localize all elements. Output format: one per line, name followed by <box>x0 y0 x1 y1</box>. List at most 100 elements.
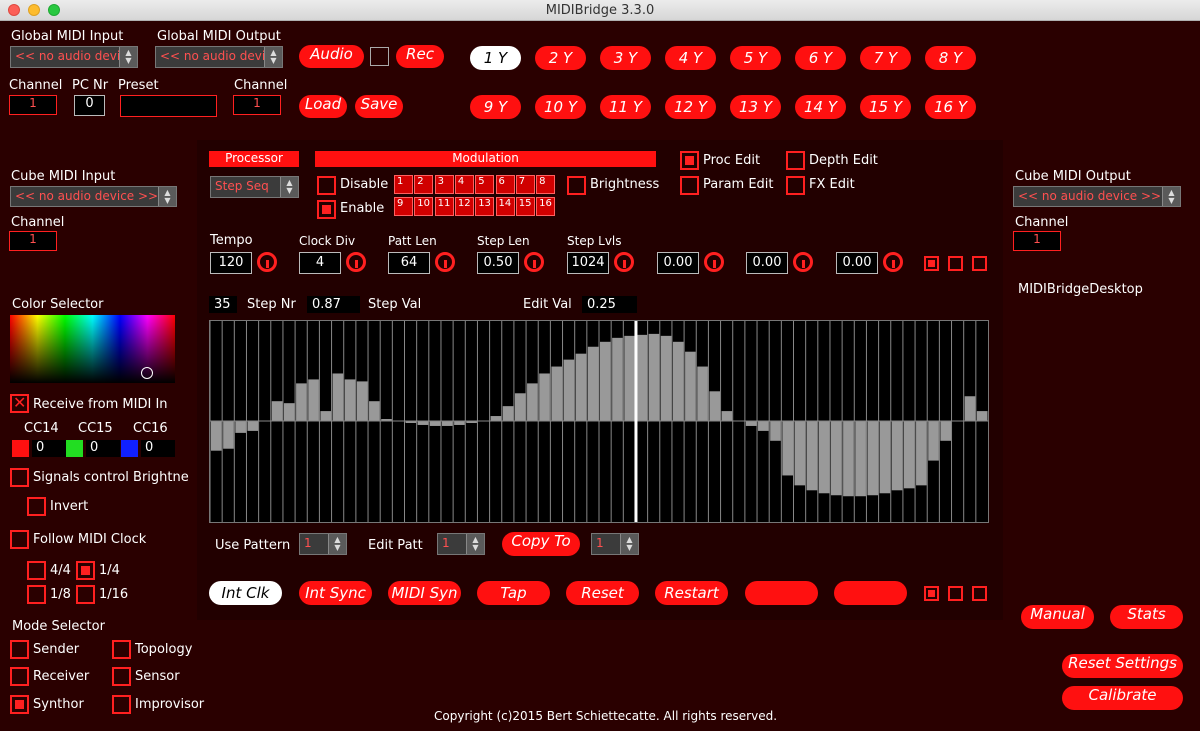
step-bar[interactable] <box>782 421 793 476</box>
param-2-knob-icon[interactable] <box>346 252 366 272</box>
step-bar[interactable] <box>830 421 842 496</box>
pattern-12-button[interactable]: 12 Y <box>665 95 716 119</box>
load-button[interactable]: Load <box>299 95 347 118</box>
pattern-15-button[interactable]: 15 Y <box>860 95 911 119</box>
cube-in-channel-field[interactable]: 1 <box>9 231 57 251</box>
param-6-field[interactable]: 0.00 <box>657 252 699 274</box>
step-bar[interactable] <box>855 421 866 497</box>
audio-button[interactable]: Audio <box>299 45 364 68</box>
step-bar[interactable] <box>429 421 441 426</box>
clock-button-2[interactable]: Int Sync <box>299 581 372 605</box>
div-1-16-checkbox[interactable] <box>76 585 95 604</box>
div-1-4-checkbox[interactable] <box>76 561 95 580</box>
step-bar[interactable] <box>235 421 246 433</box>
modulation-slot-16[interactable]: 16 <box>536 197 556 216</box>
step-bar[interactable] <box>636 334 648 421</box>
cc14-value[interactable]: 0 <box>32 440 66 457</box>
param-1-field[interactable]: 120 <box>210 252 252 274</box>
stats-button[interactable]: Stats <box>1110 605 1183 629</box>
step-bar[interactable] <box>770 421 781 441</box>
param-1-knob-icon[interactable] <box>257 252 277 272</box>
edit-patt-select[interactable]: 1 ▲ ▼ <box>437 533 485 555</box>
step-bar[interactable] <box>660 335 672 421</box>
step-bar[interactable] <box>867 421 879 496</box>
step-bar[interactable] <box>721 411 733 421</box>
cc16-value[interactable]: 0 <box>141 440 175 457</box>
modulation-slot-3[interactable]: 3 <box>434 175 454 194</box>
global-midi-input-select[interactable]: << no audio devic... ▲ ▼ <box>10 46 138 68</box>
param-4-knob-icon[interactable] <box>524 252 544 272</box>
modulation-slot-5[interactable]: 5 <box>475 175 495 194</box>
color-picker[interactable] <box>10 315 175 383</box>
step-bar[interactable] <box>223 421 234 449</box>
step-bar[interactable] <box>417 421 429 425</box>
pattern-8-button[interactable]: 8 Y <box>925 46 976 70</box>
div-1-8-checkbox[interactable] <box>27 585 46 604</box>
pattern-9-button[interactable]: 9 Y <box>470 95 521 119</box>
signals-control-checkbox[interactable] <box>10 468 29 487</box>
param-3-field[interactable]: 64 <box>388 252 430 274</box>
step-bar[interactable] <box>271 401 283 421</box>
mode-synthor-checkbox[interactable] <box>10 695 29 714</box>
use-pattern-select[interactable]: 1 ▲ ▼ <box>299 533 347 555</box>
clock-button-4[interactable]: Tap <box>477 581 550 605</box>
step-bar[interactable] <box>843 421 854 497</box>
step-bar[interactable] <box>308 379 319 421</box>
pc-nr-field[interactable]: 0 <box>74 95 105 116</box>
step-sequencer-chart[interactable] <box>209 320 989 523</box>
step-bar[interactable] <box>928 421 939 461</box>
pattern-11-button[interactable]: 11 Y <box>600 95 651 119</box>
mode-topology-checkbox[interactable] <box>112 640 131 659</box>
step-bar[interactable] <box>745 421 757 426</box>
pattern-5-button[interactable]: 5 Y <box>730 46 781 70</box>
pattern-2-button[interactable]: 2 Y <box>535 46 586 70</box>
param-8-field[interactable]: 0.00 <box>836 252 878 274</box>
manual-button[interactable]: Manual <box>1021 605 1094 629</box>
copy-to-button[interactable]: Copy To <box>502 532 580 556</box>
processor-select[interactable]: Step Seq ▲ ▼ <box>210 176 299 198</box>
param-7-field[interactable]: 0.00 <box>746 252 788 274</box>
disable-checkbox[interactable] <box>317 176 336 195</box>
reset-settings-button[interactable]: Reset Settings <box>1062 654 1183 678</box>
step-bar[interactable] <box>332 373 344 421</box>
modulation-slot-14[interactable]: 14 <box>495 197 515 216</box>
clock-option-3-checkbox[interactable] <box>972 586 987 601</box>
calibrate-button[interactable]: Calibrate <box>1062 686 1183 710</box>
fx-edit-checkbox[interactable] <box>786 176 805 195</box>
step-bar[interactable] <box>612 337 623 421</box>
param-6-knob-icon[interactable] <box>704 252 724 272</box>
step-bar[interactable] <box>320 411 332 421</box>
copy-to-select[interactable]: 1 ▲ ▼ <box>591 533 639 555</box>
pattern-13-button[interactable]: 13 Y <box>730 95 781 119</box>
step-bar[interactable] <box>818 421 830 494</box>
global-midi-output-select[interactable]: << no audio devic... ▲ ▼ <box>155 46 283 68</box>
param-3-knob-icon[interactable] <box>435 252 455 272</box>
save-button[interactable]: Save <box>355 95 403 118</box>
pattern-1-button[interactable]: 1 Y <box>470 46 521 70</box>
step-bar[interactable] <box>891 421 903 491</box>
modulation-slot-6[interactable]: 6 <box>495 175 515 194</box>
step-bar[interactable] <box>709 391 721 421</box>
step-bar[interactable] <box>502 406 514 421</box>
receive-from-midi-checkbox[interactable] <box>10 393 29 413</box>
color-picker-handle[interactable] <box>141 367 153 379</box>
cube-midi-input-select[interactable]: << no audio device >> ▲ ▼ <box>10 186 177 207</box>
step-bar[interactable] <box>514 393 526 421</box>
param-option-2-checkbox[interactable] <box>948 256 963 271</box>
param-7-knob-icon[interactable] <box>793 252 813 272</box>
mode-receiver-checkbox[interactable] <box>10 667 29 686</box>
step-bar[interactable] <box>296 383 307 421</box>
step-bar[interactable] <box>940 421 952 441</box>
mode-improvisor-checkbox[interactable] <box>112 695 131 714</box>
modulation-slot-7[interactable]: 7 <box>515 175 535 194</box>
step-bar[interactable] <box>758 421 769 431</box>
proc-edit-checkbox[interactable] <box>680 151 699 170</box>
step-bar[interactable] <box>454 421 465 425</box>
step-bar[interactable] <box>539 373 550 421</box>
step-bar[interactable] <box>794 421 806 486</box>
step-bar[interactable] <box>356 381 368 421</box>
pattern-10-button[interactable]: 10 Y <box>535 95 586 119</box>
step-bar[interactable] <box>490 416 502 421</box>
clock-button-8[interactable] <box>834 581 907 605</box>
clock-button-6[interactable]: Restart <box>655 581 728 605</box>
